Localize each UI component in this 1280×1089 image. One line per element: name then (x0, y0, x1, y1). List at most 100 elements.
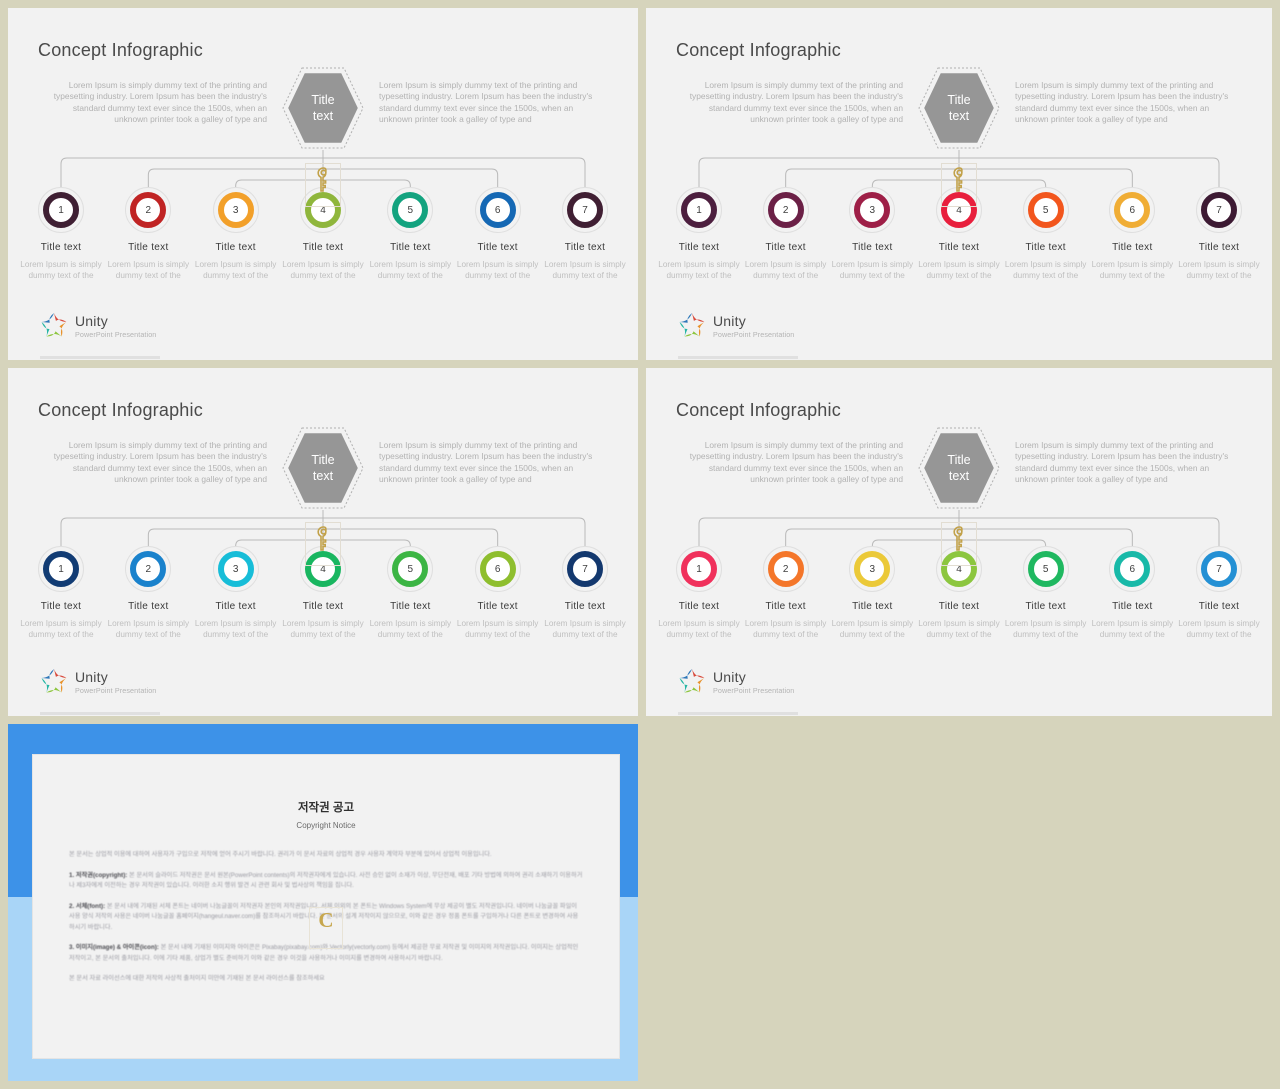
node-description: Lorem Ipsum is simply dummy text of the (20, 260, 102, 280)
center-hexagon[interactable]: Title text (917, 426, 1001, 510)
logo-underline (678, 712, 798, 715)
intro-paragraph-left: Lorem Ipsum is simply dummy text of the … (689, 440, 903, 485)
infographic-node[interactable]: 2 Title text Lorem Ipsum is simply dummy… (105, 546, 191, 640)
node-ring-outer: 6 (1109, 546, 1156, 592)
node-ring-outer: 4 (300, 546, 346, 592)
slide-concept-infographic-2[interactable]: Concept Infographic Lorem Ipsum is simply… (646, 8, 1272, 360)
node-title: Title text (302, 601, 344, 612)
node-description: Lorem Ipsum is simply dummy text of the (282, 619, 364, 639)
slide-copyright-notice[interactable]: 저작권 공고 Copyright Notice 본 문서는 상업적 이용에 대하… (8, 724, 638, 1081)
node-number: 7 (582, 563, 588, 575)
center-hexagon[interactable]: Title text (917, 66, 1001, 150)
node-description: Lorem Ipsum is simply dummy text of the (544, 260, 626, 280)
node-title: Title text (128, 601, 169, 612)
node-number: 4 (320, 204, 326, 216)
node-title: Title text (1198, 242, 1240, 253)
infographic-node[interactable]: 6 Title text Lorem Ipsum is simply dummy… (1089, 187, 1175, 281)
infographic-node[interactable]: 6 Title text Lorem Ipsum is simply dummy… (1089, 546, 1175, 640)
infographic-node[interactable]: 6 Title text Lorem Ipsum is simply dummy… (455, 187, 541, 281)
node-description: Lorem Ipsum is simply dummy text of the (831, 619, 914, 639)
node-ring-outer: 3 (212, 187, 259, 233)
node-ring-outer: 3 (849, 187, 896, 233)
node-ring-outer: 5 (1022, 187, 1069, 233)
logo-name: Unity (713, 312, 746, 329)
hexagon-shape (918, 427, 1000, 509)
node-title: Title text (128, 242, 169, 253)
node-ring-outer: 1 (38, 546, 84, 592)
hexagon-shape (282, 427, 364, 509)
copyright-paragraph: 본 문서 자료 라이선스에 대한 저작의 사상적 출처이지 미만에 기재된 본 … (69, 975, 325, 982)
unity-logo: Unity PowerPoint Presentation (678, 312, 794, 340)
node-ring-outer: 7 (562, 546, 608, 592)
hexagon-shape (282, 67, 364, 149)
infographic-node[interactable]: 4 Title text Lorem Ipsum is simply dummy… (916, 546, 1002, 640)
node-ring-outer: 5 (387, 187, 434, 233)
infographic-node[interactable]: 5 Title text Lorem Ipsum is simply dummy… (367, 187, 453, 281)
infographic-node[interactable]: 1 Title text Lorem Ipsum is simply dummy… (656, 187, 742, 281)
slide-concept-infographic-4[interactable]: Concept Infographic Lorem Ipsum is simply… (646, 368, 1272, 716)
infographic-node[interactable]: 7 Title text Lorem Ipsum is simply dummy… (1176, 546, 1262, 640)
infographic-node[interactable]: 4 Title text Lorem Ipsum is simply dummy… (916, 187, 1002, 281)
node-ring-inner: 2 (130, 551, 167, 587)
node-description: Lorem Ipsum is simply dummy text of the (107, 619, 190, 639)
infographic-node[interactable]: 3 Title text Lorem Ipsum is simply dummy… (193, 546, 279, 640)
center-hexagon[interactable]: Title text (281, 426, 365, 510)
infographic-node[interactable]: 7 Title text Lorem Ipsum is simply dummy… (542, 546, 628, 640)
copyright-paragraph: 1. 저작권(copyright): 본 문서의 슬라이드 저작권은 문서 원본… (69, 871, 583, 890)
intro-paragraph-left: Lorem Ipsum is simply dummy text of the … (53, 80, 267, 125)
copyright-paragraph: 본 문서는 상업적 이용에 대하여 사용자가 구입으로 저작에 얻어 주시기 바… (69, 851, 492, 858)
node-title: Title text (852, 601, 893, 612)
infographic-node[interactable]: 3 Title text Lorem Ipsum is simply dummy… (829, 187, 915, 281)
node-ring-outer: 2 (125, 187, 172, 233)
logo-name: Unity (75, 668, 108, 685)
infographic-node[interactable]: 7 Title text Lorem Ipsum is simply dummy… (542, 187, 628, 281)
infographic-node[interactable]: 5 Title text Lorem Ipsum is simply dummy… (1003, 187, 1089, 281)
infographic-node[interactable]: 3 Title text Lorem Ipsum is simply dummy… (193, 187, 279, 281)
node-description: Lorem Ipsum is simply dummy text of the (456, 619, 539, 639)
logo-subtitle: PowerPoint Presentation (713, 329, 795, 339)
node-ring-inner: 5 (1027, 192, 1064, 228)
slide-concept-infographic-3[interactable]: Concept Infographic Lorem Ipsum is simply… (8, 368, 638, 716)
logo-subtitle: PowerPoint Presentation (75, 685, 157, 695)
infographic-node[interactable]: 2 Title text Lorem Ipsum is simply dummy… (743, 546, 829, 640)
infographic-node[interactable]: 7 Title text Lorem Ipsum is simply dummy… (1176, 187, 1262, 281)
infographic-node[interactable]: 2 Title text Lorem Ipsum is simply dummy… (743, 187, 829, 281)
node-ring-outer: 7 (1196, 187, 1242, 233)
node-title: Title text (215, 242, 256, 253)
node-number: 2 (145, 563, 152, 575)
node-description: Lorem Ipsum is simply dummy text of the (744, 260, 827, 280)
node-ring-inner: 2 (767, 192, 804, 228)
infographic-node[interactable]: 2 Title text Lorem Ipsum is simply dummy… (105, 187, 191, 281)
node-number: 4 (320, 563, 326, 575)
node-description: Lorem Ipsum is simply dummy text of the (1091, 260, 1174, 280)
node-number: 4 (956, 204, 962, 216)
node-ring-outer: 4 (936, 187, 982, 233)
infographic-node[interactable]: 4 Title text Lorem Ipsum is simply dummy… (280, 546, 366, 640)
infographic-node[interactable]: 5 Title text Lorem Ipsum is simply dummy… (367, 546, 453, 640)
node-number: 7 (1216, 563, 1222, 575)
infographic-node[interactable]: 6 Title text Lorem Ipsum is simply dummy… (455, 546, 541, 640)
node-ring-inner: 7 (567, 192, 603, 228)
node-ring-inner: 6 (1114, 551, 1151, 587)
node-description: Lorem Ipsum is simply dummy text of the (744, 619, 827, 639)
node-number: 5 (407, 563, 414, 575)
node-number: 4 (956, 563, 962, 575)
node-ring-outer: 6 (474, 546, 521, 592)
unity-star-icon (679, 669, 705, 693)
node-ring-inner: 1 (43, 192, 79, 228)
infographic-node[interactable]: 5 Title text Lorem Ipsum is simply dummy… (1003, 546, 1089, 640)
infographic-node[interactable]: 4 Title text Lorem Ipsum is simply dummy… (280, 187, 366, 281)
node-ring-inner: 3 (217, 192, 254, 228)
page-title: Concept Infographic (676, 40, 841, 60)
infographic-node[interactable]: 3 Title text Lorem Ipsum is simply dummy… (829, 546, 915, 640)
infographic-node[interactable]: 1 Title text Lorem Ipsum is simply dummy… (18, 187, 104, 281)
node-number: 2 (782, 563, 789, 575)
slide-concept-infographic-1[interactable]: Concept Infographic Lorem Ipsum is simply… (8, 8, 638, 360)
logo-name: Unity (75, 312, 108, 329)
node-ring-inner: 4 (941, 551, 977, 587)
infographic-node[interactable]: 1 Title text Lorem Ipsum is simply dummy… (18, 546, 104, 640)
center-hexagon[interactable]: Title text (281, 66, 365, 150)
infographic-node[interactable]: 1 Title text Lorem Ipsum is simply dummy… (656, 546, 742, 640)
node-ring-outer: 5 (387, 546, 434, 592)
node-ring-inner: 7 (567, 551, 603, 587)
